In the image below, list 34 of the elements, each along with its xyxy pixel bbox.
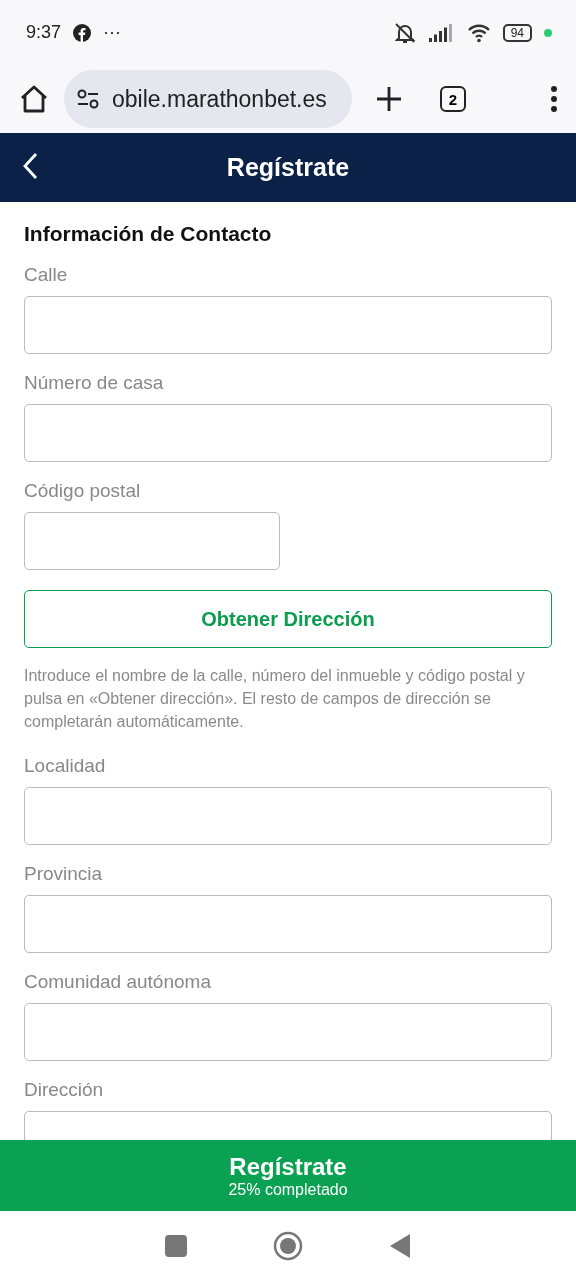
input-field[interactable] — [24, 404, 552, 462]
more-notifications: ··· — [103, 22, 122, 43]
back-icon[interactable] — [22, 152, 38, 180]
field-label: Localidad — [24, 755, 107, 777]
clock: 9:37 — [26, 22, 62, 43]
field-label: Provincia — [24, 863, 104, 885]
field-label: Dirección — [24, 1079, 105, 1101]
input-field[interactable] — [24, 895, 552, 953]
tab-switcher[interactable]: 2 — [440, 86, 466, 112]
input-field[interactable] — [24, 787, 552, 845]
field-label: Comunidad autónoma — [24, 971, 212, 993]
page-title: Regístrate — [226, 153, 350, 182]
signal-icon — [428, 23, 455, 42]
facebook-icon — [73, 23, 92, 42]
wifi-icon — [466, 22, 491, 43]
muted-bell-icon — [392, 21, 417, 44]
battery-level: 94 — [502, 23, 532, 42]
input-field[interactable] — [24, 512, 280, 570]
new-tab-icon[interactable] — [376, 86, 402, 112]
menu-icon[interactable] — [550, 86, 558, 112]
back-nav-icon[interactable] — [389, 1232, 411, 1259]
address-bar[interactable]: obile.marathonbet.es — [64, 70, 352, 128]
home-button-icon[interactable] — [273, 1230, 303, 1261]
input-field[interactable] — [24, 1003, 552, 1061]
field-label: Código postal — [24, 480, 142, 502]
get-address-button[interactable]: Obtener Dirección — [24, 590, 552, 648]
field-label: Calle — [24, 264, 69, 286]
privacy-dot — [544, 28, 552, 37]
section-title: Información de Contacto — [24, 222, 273, 246]
help-text: Introduce el nombre de la calle, número del inmueble y código postal y pulsa en «Obtener dirección». El resto de campos de dirección se completarán automáticamente. — [24, 666, 526, 732]
field-label: Número de casa — [24, 372, 165, 394]
site-settings-icon — [76, 88, 100, 110]
recents-icon[interactable] — [165, 1234, 187, 1257]
input-field[interactable] — [24, 296, 552, 354]
